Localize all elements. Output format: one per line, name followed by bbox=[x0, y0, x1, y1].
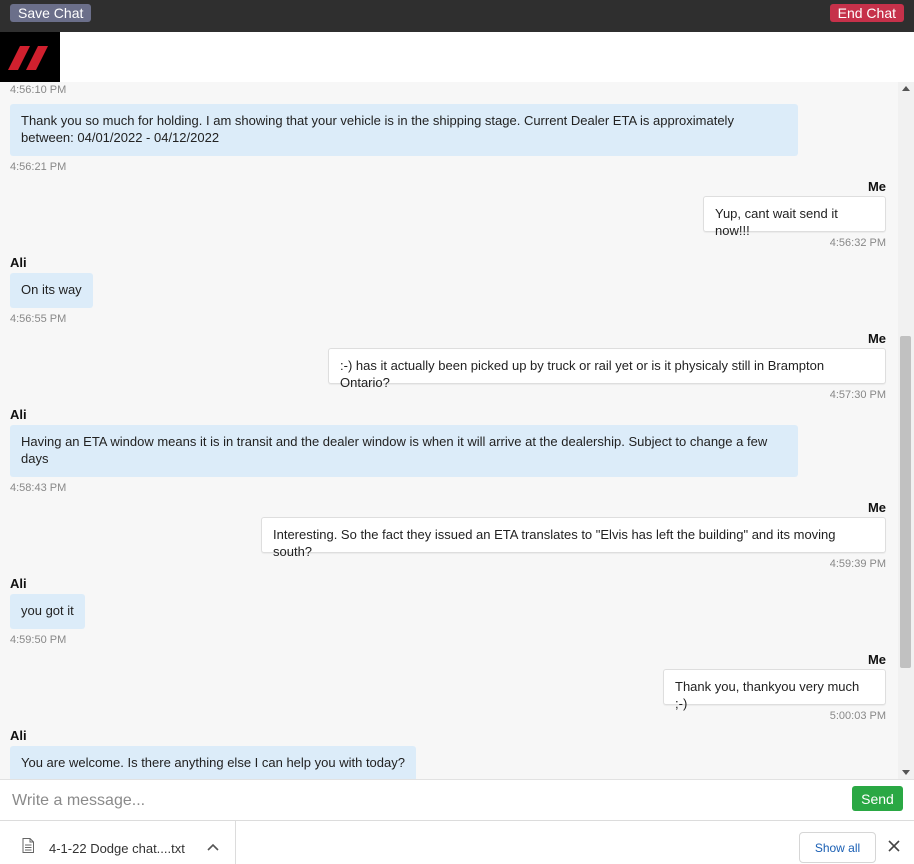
end-chat-button[interactable]: End Chat bbox=[829, 4, 904, 22]
message-composer: Send bbox=[0, 779, 914, 820]
message-sender: Me bbox=[867, 500, 886, 515]
scroll-up-arrow-icon[interactable] bbox=[902, 86, 910, 91]
message-time: 5:00:03 PM bbox=[829, 710, 886, 722]
message-time: 4:58:43 PM bbox=[10, 482, 67, 494]
chat-scrollbar[interactable] bbox=[898, 82, 914, 779]
message-time: 4:56:32 PM bbox=[829, 237, 886, 249]
message-time: 4:56:55 PM bbox=[10, 313, 67, 325]
chevron-up-icon[interactable] bbox=[207, 843, 219, 851]
stripes-logo-icon bbox=[8, 46, 48, 70]
top-toolbar: Save Chat End Chat bbox=[0, 0, 914, 32]
message-sender: Me bbox=[867, 179, 886, 194]
user-message: Interesting. So the fact they issued an … bbox=[261, 517, 886, 559]
download-item[interactable]: 4-1-22 Dodge chat....txt bbox=[0, 821, 236, 864]
message-time: 4:59:50 PM bbox=[10, 634, 67, 646]
download-bar: 4-1-22 Dodge chat....txt Show all bbox=[0, 820, 914, 864]
download-file-name: 4-1-22 Dodge chat....txt bbox=[49, 841, 185, 856]
show-all-button[interactable]: Show all bbox=[799, 832, 876, 863]
user-message: :-) has it actually been picked up by tr… bbox=[328, 348, 886, 390]
agent-message: Thank you so much for holding. I am show… bbox=[10, 104, 798, 156]
scroll-down-arrow-icon[interactable] bbox=[902, 770, 910, 775]
message-time: 4:56:10 PM bbox=[10, 84, 67, 96]
dodge-logo bbox=[0, 32, 60, 82]
agent-message: you got it bbox=[10, 594, 85, 629]
close-icon[interactable] bbox=[888, 840, 900, 852]
brand-bar bbox=[0, 32, 914, 82]
message-time: 4:56:21 PM bbox=[10, 161, 67, 173]
message-sender: Me bbox=[867, 652, 886, 667]
user-message: Thank you, thankyou very much ;-) bbox=[663, 669, 886, 711]
message-time: 4:59:39 PM bbox=[829, 558, 886, 570]
send-button[interactable]: Send bbox=[852, 786, 903, 811]
message-sender: Ali bbox=[10, 576, 27, 591]
save-chat-button[interactable]: Save Chat bbox=[10, 4, 92, 22]
message-sender: Ali bbox=[10, 728, 27, 743]
message-sender: Ali bbox=[10, 407, 27, 422]
scrollbar-thumb[interactable] bbox=[900, 336, 911, 668]
agent-message: On its way bbox=[10, 273, 93, 308]
agent-message: You are welcome. Is there anything else … bbox=[10, 746, 416, 779]
message-sender: Me bbox=[867, 331, 886, 346]
agent-message: Having an ETA window means it is in tran… bbox=[10, 425, 798, 477]
chat-transcript: 4:56:10 PM Thank you so much for holding… bbox=[0, 82, 898, 779]
message-sender: Ali bbox=[10, 255, 27, 270]
message-input[interactable] bbox=[10, 786, 834, 816]
message-time: 4:57:30 PM bbox=[829, 389, 886, 401]
user-message: Yup, cant wait send it now!!! bbox=[703, 196, 886, 238]
text-file-icon bbox=[22, 838, 34, 853]
